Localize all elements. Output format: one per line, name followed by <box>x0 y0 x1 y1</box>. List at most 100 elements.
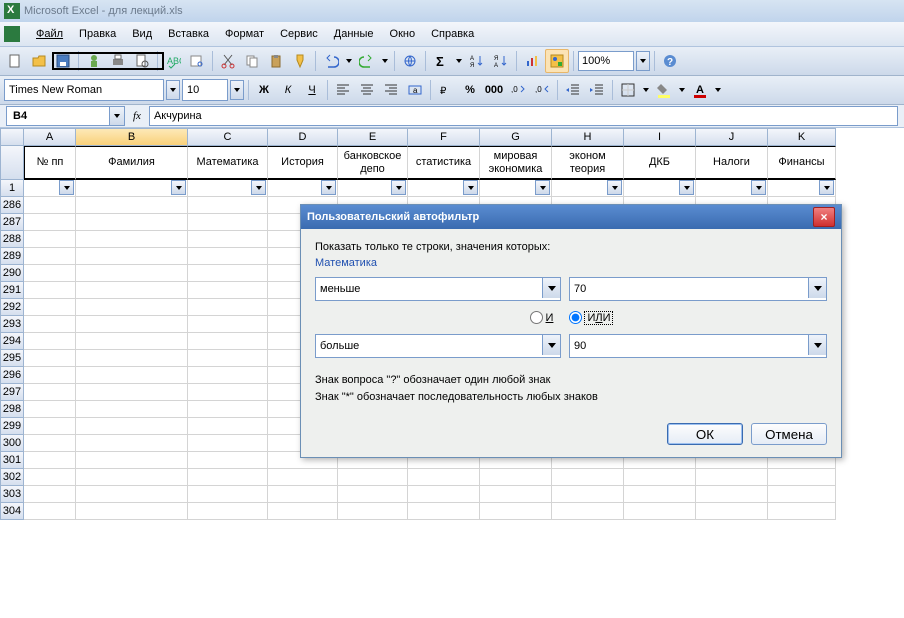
row-header[interactable]: 291 <box>0 282 24 299</box>
cell[interactable] <box>188 418 268 435</box>
cell[interactable] <box>408 486 480 503</box>
fx-icon[interactable]: fx <box>133 110 141 122</box>
cell[interactable] <box>24 469 76 486</box>
decrease-decimal-icon[interactable]: ,0 <box>531 79 553 101</box>
font-name-input[interactable]: Times New Roman <box>4 79 164 101</box>
row-header[interactable]: 297 <box>0 384 24 401</box>
cell[interactable] <box>76 350 188 367</box>
cell[interactable] <box>24 316 76 333</box>
cell[interactable] <box>188 265 268 282</box>
menu-tools[interactable]: Сервис <box>272 25 326 43</box>
chevron-down-icon[interactable] <box>808 278 826 298</box>
condition1-value-combo[interactable]: 70 <box>569 277 827 301</box>
table-header-cell[interactable]: Налоги <box>696 146 768 180</box>
currency-icon[interactable]: ₽ <box>435 79 457 101</box>
format-painter-icon[interactable] <box>289 50 311 72</box>
cell[interactable] <box>24 299 76 316</box>
name-box[interactable]: B4 <box>6 106 110 126</box>
italic-icon[interactable]: К <box>277 79 299 101</box>
save-icon[interactable] <box>52 50 74 72</box>
cell[interactable] <box>552 469 624 486</box>
fill-color-icon[interactable] <box>653 79 675 101</box>
bold-icon[interactable]: Ж <box>253 79 275 101</box>
font-color-dropdown-icon[interactable] <box>713 79 723 101</box>
cell[interactable] <box>76 452 188 469</box>
cell[interactable] <box>24 214 76 231</box>
condition1-operator-combo[interactable]: меньше <box>315 277 561 301</box>
formula-bar[interactable]: Акчурина <box>149 106 898 126</box>
cell[interactable] <box>76 367 188 384</box>
cell[interactable] <box>76 418 188 435</box>
menu-help[interactable]: Справка <box>423 25 482 43</box>
cell[interactable] <box>24 248 76 265</box>
menu-file[interactable]: Файл <box>28 25 71 43</box>
cell[interactable] <box>188 452 268 469</box>
filter-cell[interactable] <box>76 180 188 197</box>
zoom-input[interactable]: 100% <box>578 51 634 71</box>
cell[interactable] <box>696 486 768 503</box>
cell[interactable] <box>188 367 268 384</box>
column-header[interactable]: J <box>696 128 768 146</box>
comma-style-icon[interactable]: 000 <box>483 79 505 101</box>
redo-dropdown-icon[interactable] <box>380 50 390 72</box>
filter-dropdown-icon[interactable] <box>391 180 406 195</box>
table-header-cell[interactable]: История <box>268 146 338 180</box>
print-preview-icon[interactable] <box>131 50 153 72</box>
cell[interactable] <box>696 503 768 520</box>
cell[interactable] <box>76 248 188 265</box>
ok-button[interactable]: ОК <box>667 423 743 445</box>
cell[interactable] <box>24 231 76 248</box>
sort-desc-icon[interactable]: ЯА <box>490 50 512 72</box>
cell[interactable] <box>76 384 188 401</box>
row-header[interactable]: 286 <box>0 197 24 214</box>
filter-cell[interactable] <box>338 180 408 197</box>
filter-dropdown-icon[interactable] <box>751 180 766 195</box>
borders-dropdown-icon[interactable] <box>641 79 651 101</box>
filter-cell[interactable] <box>480 180 552 197</box>
cell[interactable] <box>188 299 268 316</box>
cell[interactable] <box>24 333 76 350</box>
column-header[interactable]: F <box>408 128 480 146</box>
row-header[interactable]: 292 <box>0 299 24 316</box>
table-header-cell[interactable]: ДКБ <box>624 146 696 180</box>
table-header-cell[interactable]: Финансы <box>768 146 836 180</box>
cell[interactable] <box>76 231 188 248</box>
cell[interactable] <box>188 384 268 401</box>
row-header[interactable]: 294 <box>0 333 24 350</box>
dialog-title-bar[interactable]: Пользовательский автофильтр × <box>301 205 841 229</box>
open-icon[interactable] <box>28 50 50 72</box>
filter-dropdown-icon[interactable] <box>463 180 478 195</box>
column-header[interactable]: B <box>76 128 188 146</box>
select-all-corner[interactable] <box>0 128 24 146</box>
cell[interactable] <box>552 503 624 520</box>
permission-icon[interactable] <box>83 50 105 72</box>
cell[interactable] <box>188 282 268 299</box>
filter-dropdown-icon[interactable] <box>535 180 550 195</box>
cell[interactable] <box>768 503 836 520</box>
menu-format[interactable]: Формат <box>217 25 272 43</box>
column-header[interactable]: A <box>24 128 76 146</box>
cell[interactable] <box>188 350 268 367</box>
menu-data[interactable]: Данные <box>326 25 382 43</box>
filter-cell[interactable] <box>268 180 338 197</box>
cell[interactable] <box>24 503 76 520</box>
row-header[interactable]: 303 <box>0 486 24 503</box>
row-header[interactable]: 302 <box>0 469 24 486</box>
cell[interactable] <box>696 469 768 486</box>
table-header-cell[interactable]: банковское депо <box>338 146 408 180</box>
table-header-cell[interactable]: мировая экономика <box>480 146 552 180</box>
cell[interactable] <box>188 503 268 520</box>
table-header-cell[interactable]: № пп <box>24 146 76 180</box>
cell[interactable] <box>624 469 696 486</box>
cell[interactable] <box>188 333 268 350</box>
filter-cell[interactable] <box>768 180 836 197</box>
cell[interactable] <box>76 265 188 282</box>
column-header[interactable]: H <box>552 128 624 146</box>
cell[interactable] <box>338 486 408 503</box>
hyperlink-icon[interactable] <box>399 50 421 72</box>
cell[interactable] <box>480 486 552 503</box>
cut-icon[interactable] <box>217 50 239 72</box>
cell[interactable] <box>76 401 188 418</box>
redo-icon[interactable] <box>356 50 378 72</box>
align-center-icon[interactable] <box>356 79 378 101</box>
